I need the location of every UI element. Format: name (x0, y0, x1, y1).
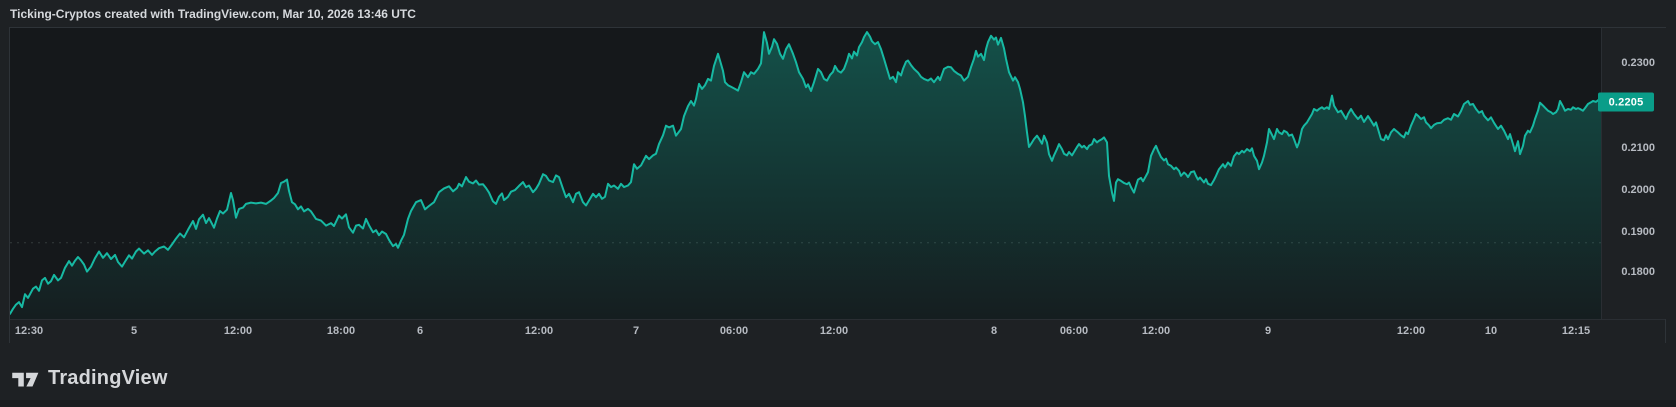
tradingview-logo-icon (12, 369, 39, 387)
time-axis-label: 10 (1485, 325, 1497, 337)
tradingview-widget: Ticking-Cryptos created with TradingView… (0, 0, 1676, 407)
time-axis-label: 12:00 (820, 325, 848, 337)
price-axis-label: 0.2300 (1621, 57, 1655, 69)
area-fill (10, 32, 1601, 319)
price-axis-label: 0.2100 (1621, 142, 1655, 154)
price-axis-label: 0.1800 (1621, 266, 1655, 278)
chart-frame: 0.23000.21000.20000.19000.1800 12:30512:… (9, 27, 1666, 343)
chart-plot-area[interactable] (10, 28, 1601, 319)
tradingview-logo-link[interactable]: TradingView (12, 367, 168, 389)
tradingview-logo-text: TradingView (48, 368, 168, 388)
time-axis-label: 12:30 (15, 325, 43, 337)
price-area-chart (10, 28, 1601, 319)
time-axis-label: 12:15 (1562, 325, 1590, 337)
page-title: Ticking-Cryptos created with TradingView… (10, 6, 416, 26)
time-axis-label: 12:00 (1142, 325, 1170, 337)
time-axis-label: 6 (417, 325, 423, 337)
time-axis-label: 12:00 (224, 325, 252, 337)
time-axis-label: 8 (991, 325, 997, 337)
last-price-badge: 0.2205 (1598, 93, 1654, 112)
time-axis-label: 12:00 (525, 325, 553, 337)
footer: TradingView (0, 343, 1676, 407)
time-axis-label: 12:00 (1397, 325, 1425, 337)
time-axis-label: 06:00 (720, 325, 748, 337)
time-axis-label: 5 (131, 325, 137, 337)
price-axis-label: 0.2000 (1621, 184, 1655, 196)
time-axis-label: 06:00 (1060, 325, 1088, 337)
price-axis-label: 0.1900 (1621, 226, 1655, 238)
price-axis[interactable]: 0.2300 0.2100 0.2000 0.1900 0.1800 (1601, 28, 1666, 319)
time-axis-label: 7 (633, 325, 639, 337)
time-axis-label: 18:00 (327, 325, 355, 337)
bottom-strip (0, 400, 1676, 407)
time-axis[interactable]: 12:30 5 12:00 18:00 6 12:00 7 06:00 12:00 8 06:00 1… (10, 319, 1665, 343)
time-axis-label: 9 (1265, 325, 1271, 337)
